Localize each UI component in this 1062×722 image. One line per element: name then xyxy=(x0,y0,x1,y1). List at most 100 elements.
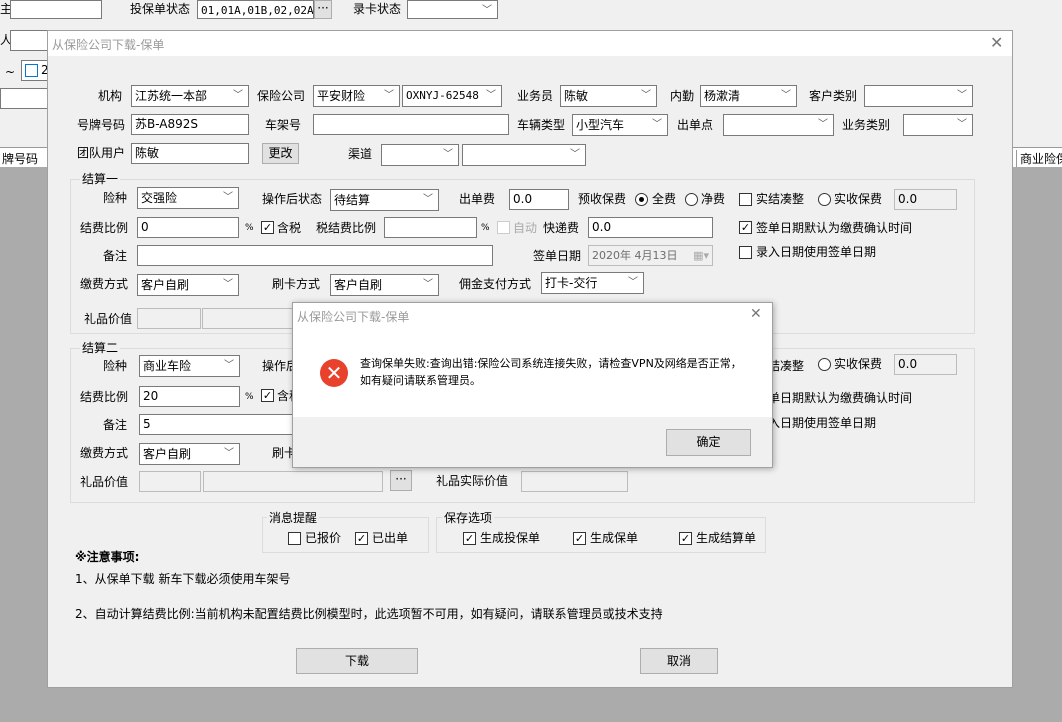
full-fee-radio[interactable] xyxy=(635,193,648,206)
auto-checkbox[interactable] xyxy=(497,221,510,234)
after-status-select[interactable]: 待结算 ﹀ xyxy=(330,189,439,211)
commission-select[interactable]: 打卡-交行 ﹀ xyxy=(541,272,644,294)
type-value: 商业车险 xyxy=(143,359,192,373)
notes-title: ※注意事项: xyxy=(75,550,140,564)
card-method-select[interactable]: 客户自刷 ﹀ xyxy=(330,274,439,296)
bg-input[interactable] xyxy=(10,30,50,51)
bg-input[interactable] xyxy=(0,88,50,109)
sign-default-label: 签单日期默认为缴费确认时间 xyxy=(756,391,913,405)
chevron-down-icon: ﹀ xyxy=(486,90,496,101)
insurance-type-select[interactable]: 交强险 ﹀ xyxy=(137,187,239,209)
card-status-select[interactable]: ﹀ xyxy=(407,0,498,19)
customer-type-select[interactable]: ﹀ xyxy=(864,85,973,107)
settlement-2-title: 结算二 xyxy=(80,341,121,355)
full-fee-label: 全费 xyxy=(652,192,677,206)
issue-point-label: 出单点 xyxy=(677,118,714,132)
issue-point-select[interactable]: ﹀ xyxy=(723,114,834,136)
sign-date-label: 签单日期 xyxy=(533,249,582,263)
channel-sub-select[interactable]: ﹀ xyxy=(462,144,586,166)
download-button[interactable]: 下载 xyxy=(296,648,418,674)
vehicle-type-select[interactable]: 小型汽车 ﹀ xyxy=(572,114,668,136)
chevron-down-icon: ﹀ xyxy=(224,360,234,371)
error-dialog: 从保险公司下载-保单 ✕ ✕ 查询保单失败:查询出错:保险公司系统连接失败，请检… xyxy=(292,302,773,468)
insurance-type-select[interactable]: 商业车险 ﹀ xyxy=(139,355,240,377)
sign-date-picker[interactable]: 2020年 4月13日 ▦▾ xyxy=(588,245,713,266)
auto-label: 自动 xyxy=(513,221,538,235)
tax-checkbox[interactable]: ✓ xyxy=(261,389,274,402)
checkbox[interactable] xyxy=(25,64,38,77)
issue-fee-input[interactable]: 0.0 xyxy=(509,189,569,210)
actual-fee-radio[interactable] xyxy=(818,358,831,371)
settlement-1-title: 结算一 xyxy=(80,172,121,186)
bg-input[interactable] xyxy=(10,0,102,19)
chevron-down-icon: ﹀ xyxy=(223,279,233,290)
ok-button[interactable]: 确定 xyxy=(666,429,751,456)
chevron-down-icon: ﹀ xyxy=(570,149,580,160)
policy-status-more-button[interactable]: ··· xyxy=(314,0,332,19)
gift-desc-input[interactable] xyxy=(203,471,383,492)
gen-settlement-checkbox[interactable]: ✓ xyxy=(679,532,692,545)
policy-status-label: 投保单状态 xyxy=(130,2,191,16)
chevron-down-icon: ﹀ xyxy=(957,90,967,101)
tax-ratio-input[interactable] xyxy=(384,217,477,238)
actual-fee-input[interactable]: 0.0 xyxy=(894,189,957,210)
prepaid-label: 预收保费 xyxy=(578,192,627,206)
channel-label: 渠道 xyxy=(348,147,373,161)
salesman-value: 陈敏 xyxy=(564,89,589,103)
pay-method-select[interactable]: 客户自刷 ﹀ xyxy=(139,443,240,465)
gift-actual-input[interactable] xyxy=(521,471,628,492)
notify-title: 消息提醒 xyxy=(267,511,320,525)
actual-fee-input[interactable]: 0.0 xyxy=(894,354,957,375)
close-icon[interactable]: ✕ xyxy=(750,306,762,322)
vin-input[interactable] xyxy=(313,114,509,135)
insurer-code-select[interactable]: OXNYJ-62548 ﹀ xyxy=(402,85,502,107)
insurer-value: 平安财险 xyxy=(317,89,366,103)
business-type-select[interactable]: ﹀ xyxy=(903,114,973,136)
quoted-checkbox[interactable] xyxy=(288,532,301,545)
channel-select[interactable]: ﹀ xyxy=(381,144,459,166)
chevron-down-icon: ﹀ xyxy=(443,149,453,160)
ratio-input[interactable]: 20 xyxy=(139,386,240,407)
dialog-title: 从保险公司下载-保单 xyxy=(52,38,165,52)
cancel-button[interactable]: 取消 xyxy=(640,648,718,674)
vehicle-type-label: 车辆类型 xyxy=(517,118,566,132)
issued-checkbox[interactable]: ✓ xyxy=(355,532,368,545)
change-button[interactable]: 更改 xyxy=(262,143,299,164)
actual-fee-radio[interactable] xyxy=(818,193,831,206)
plate-label: 号牌号码 xyxy=(77,118,126,132)
gift-more-button[interactable]: ··· xyxy=(390,470,412,491)
team-user-input[interactable]: 陈敏 xyxy=(131,143,249,164)
ratio-input[interactable]: 0 xyxy=(137,217,239,238)
sign-default-checkbox[interactable]: ✓ xyxy=(739,221,752,234)
policy-status-input[interactable]: 01,01A,01B,02,02A,( xyxy=(197,0,314,19)
percent-label: % xyxy=(481,223,490,233)
org-select[interactable]: 江苏统一本部 ﹀ xyxy=(131,85,249,107)
plate-input[interactable]: 苏B-A892S xyxy=(131,114,249,135)
gen-policy-checkbox[interactable]: ✓ xyxy=(573,532,586,545)
express-fee-input[interactable]: 0.0 xyxy=(588,217,713,238)
entry-date-checkbox[interactable] xyxy=(739,246,752,259)
chevron-down-icon: ﹀ xyxy=(957,119,967,130)
gift-desc-input[interactable] xyxy=(202,308,302,329)
error-title: 从保险公司下载-保单 xyxy=(297,310,410,324)
net-fee-radio[interactable] xyxy=(685,193,698,206)
gen-proposal-checkbox[interactable]: ✓ xyxy=(463,532,476,545)
sign-date-value: 2020年 4月13日 xyxy=(592,249,678,262)
remark-input[interactable] xyxy=(137,245,493,266)
chevron-down-icon: ﹀ xyxy=(423,194,433,205)
commission-label: 佣金支付方式 xyxy=(459,277,532,291)
column-header-commercial[interactable]: 商业险保 xyxy=(1016,150,1062,167)
internal-select[interactable]: 杨漱清 ﹀ xyxy=(700,85,797,107)
pay-method-select[interactable]: 客户自刷 ﹀ xyxy=(137,274,239,296)
gift-value-input[interactable] xyxy=(137,308,201,329)
column-header-plate[interactable]: 牌号码 xyxy=(2,150,38,167)
round-checkbox[interactable] xyxy=(739,193,752,206)
calendar-icon[interactable]: ▦▾ xyxy=(693,246,709,265)
insurer-select[interactable]: 平安财险 ﹀ xyxy=(313,85,400,107)
close-icon[interactable]: ✕ xyxy=(990,33,1003,52)
tax-checkbox[interactable]: ✓ xyxy=(261,221,274,234)
remark-label: 备注 xyxy=(103,418,128,432)
gen-proposal-label: 生成投保单 xyxy=(480,531,541,545)
salesman-select[interactable]: 陈敏 ﹀ xyxy=(560,85,657,107)
gift-value-input[interactable] xyxy=(139,471,201,492)
